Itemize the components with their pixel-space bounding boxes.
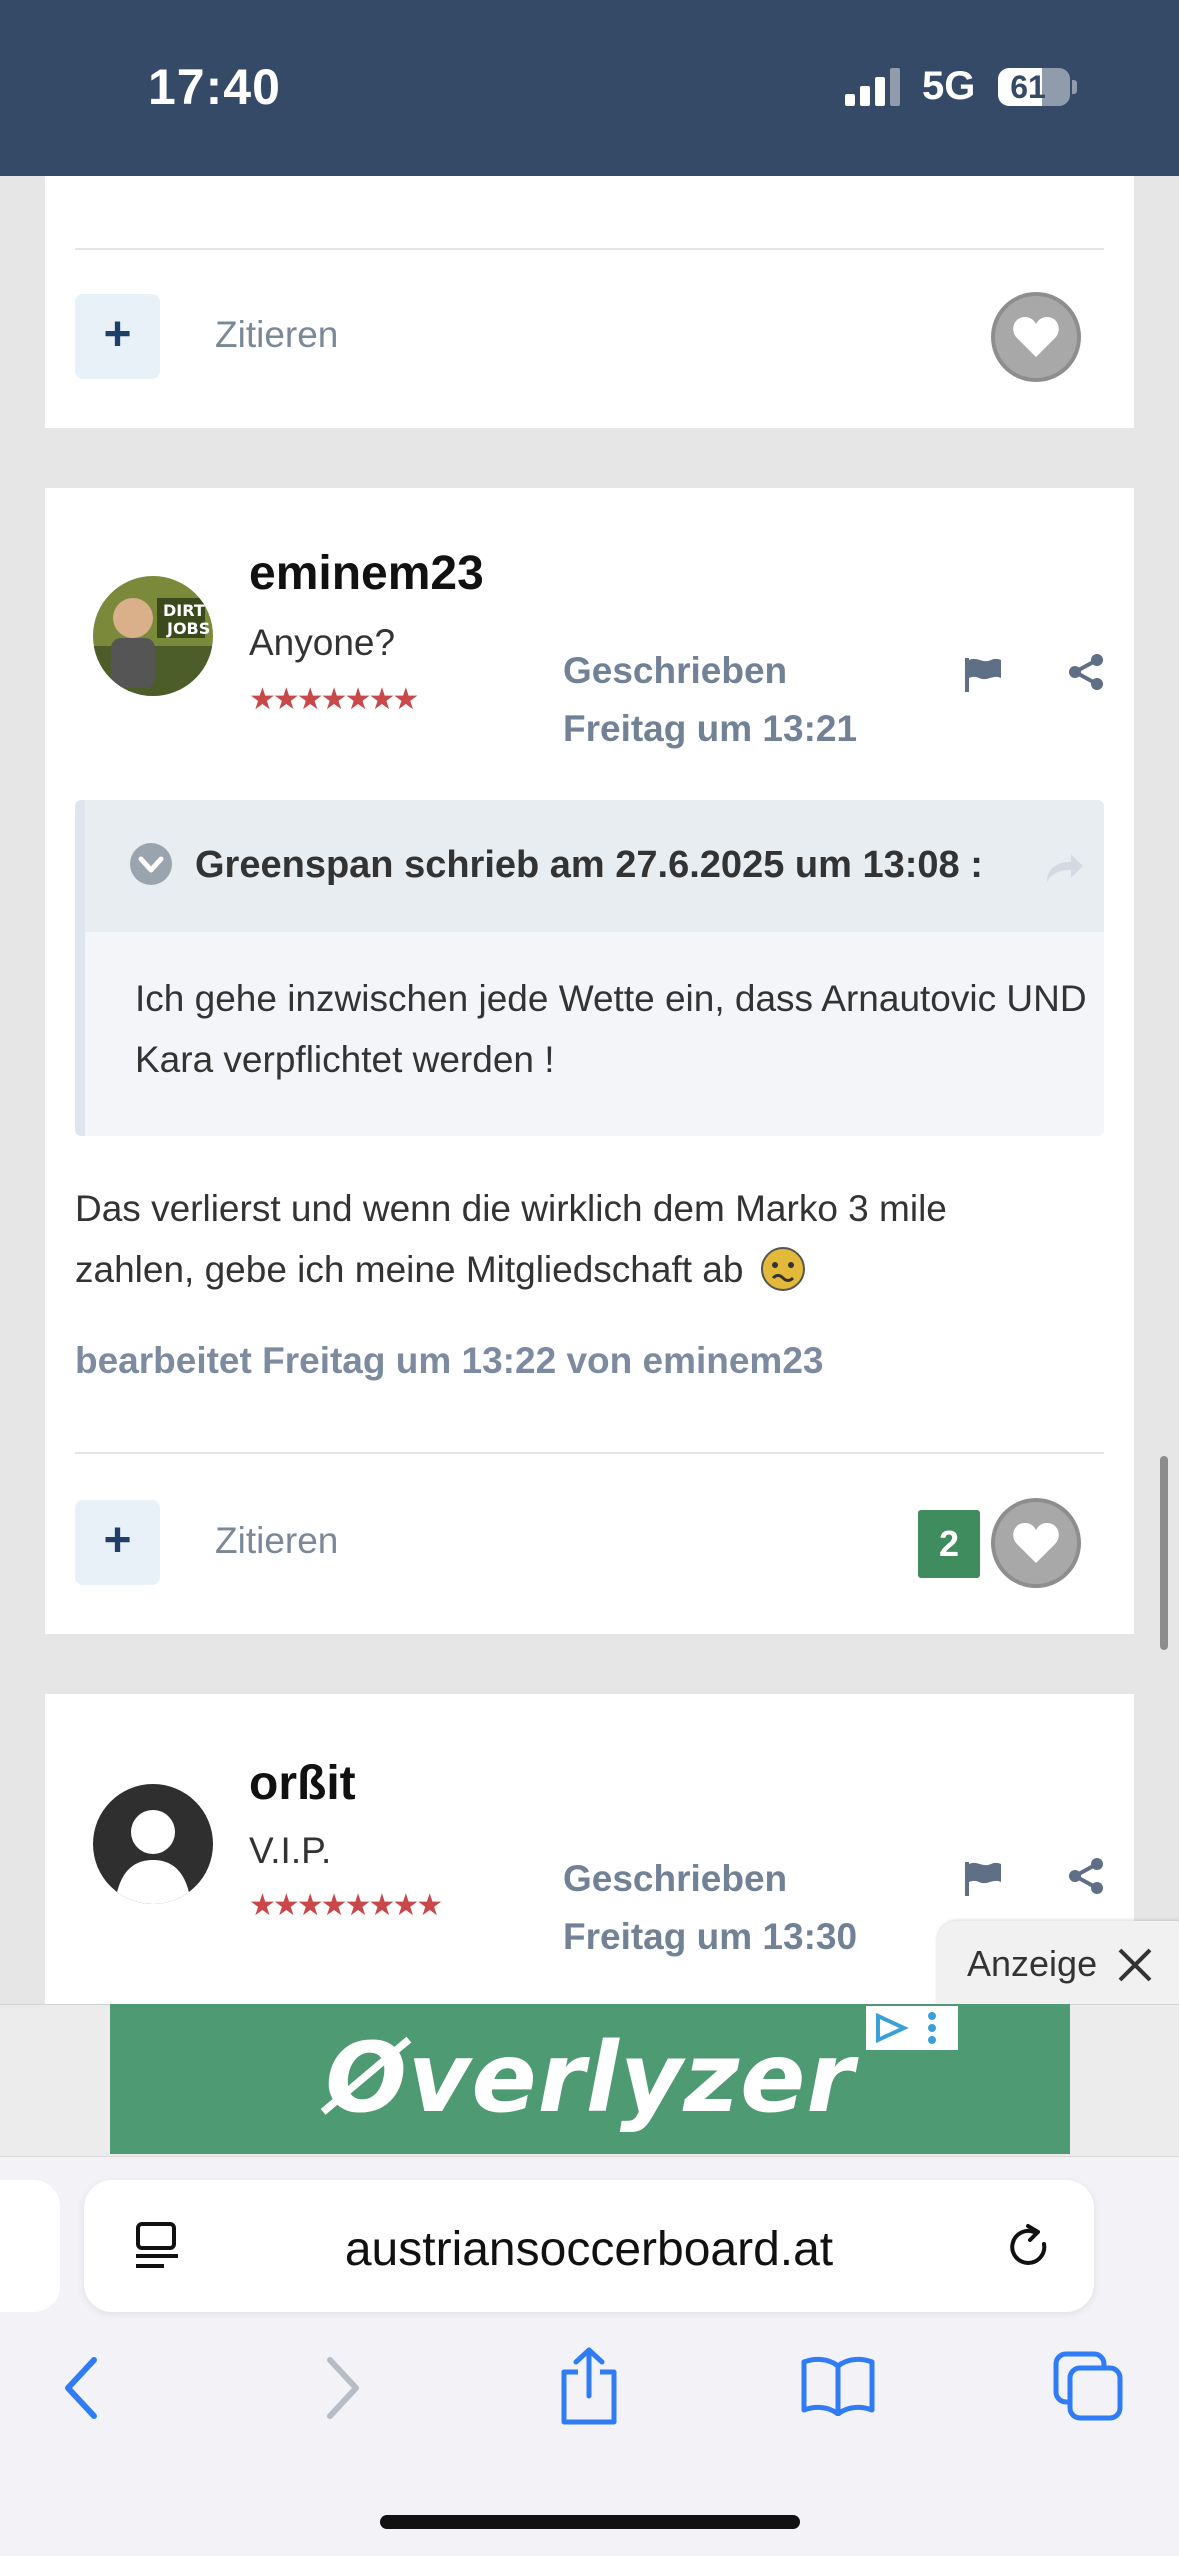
url-text[interactable]: austriansoccerboard.at bbox=[84, 2222, 1094, 2277]
post-card: DIRTY JOBS eminem23 Anyone? ★★★★★★★ Gesc… bbox=[45, 488, 1134, 1634]
svg-text:DIRTY: DIRTY bbox=[163, 601, 213, 620]
post-text-line1: Das verlierst und wenn die wirklich dem … bbox=[75, 1188, 947, 1229]
divider bbox=[75, 1452, 1104, 1454]
multiquote-plus-button[interactable]: + bbox=[75, 294, 160, 379]
posted-label: Geschrieben bbox=[563, 1858, 788, 1899]
go-to-quote-arrow-icon[interactable] bbox=[1045, 852, 1085, 884]
reload-icon[interactable] bbox=[1004, 2222, 1054, 2272]
ad-label-tab: Anzeige bbox=[937, 1921, 1179, 2007]
reaction-count-badge[interactable]: 2 bbox=[918, 1510, 980, 1578]
username[interactable]: orßit bbox=[249, 1756, 356, 1811]
cellular-signal-icon bbox=[845, 68, 900, 106]
quote-link[interactable]: Zitieren bbox=[215, 314, 338, 356]
share-icon[interactable] bbox=[1067, 1856, 1107, 1896]
battery-icon: 61 bbox=[998, 68, 1077, 106]
posted-time[interactable]: Freitag um 13:21 bbox=[563, 700, 857, 758]
network-type: 5G bbox=[922, 64, 976, 108]
address-bar[interactable]: austriansoccerboard.at bbox=[84, 2180, 1094, 2312]
report-flag-icon[interactable] bbox=[963, 656, 1003, 694]
share-icon[interactable] bbox=[1067, 652, 1107, 692]
more-options-icon bbox=[928, 2012, 936, 2044]
username[interactable]: eminem23 bbox=[249, 546, 484, 601]
avatar[interactable]: DIRTY JOBS bbox=[93, 576, 213, 696]
divider bbox=[75, 248, 1104, 250]
post-card-previous: + Zitieren bbox=[45, 176, 1134, 428]
forward-icon[interactable] bbox=[322, 2356, 362, 2420]
post-text-line2: zahlen, gebe ich meine Mitgliedschaft ab bbox=[75, 1249, 744, 1290]
quote-header: Greenspan schrieb am 27.6.2025 um 13:08 … bbox=[85, 800, 1104, 932]
user-title: V.I.P. bbox=[249, 1830, 332, 1871]
post-body: Das verlierst und wenn die wirklich dem … bbox=[75, 1178, 1105, 1300]
battery-level: 61 bbox=[1010, 69, 1046, 105]
previous-tab-edge[interactable] bbox=[0, 2180, 60, 2312]
share-sheet-icon[interactable] bbox=[558, 2346, 620, 2426]
heart-icon bbox=[1013, 316, 1059, 357]
heart-icon bbox=[1013, 1522, 1059, 1563]
quote-block: Greenspan schrieb am 27.6.2025 um 13:08 … bbox=[75, 800, 1104, 1136]
like-button[interactable] bbox=[991, 1498, 1081, 1588]
status-bar: 17:40 5G 61 bbox=[0, 0, 1179, 176]
quote-text: Ich gehe inzwischen jede Wette ein, dass… bbox=[135, 978, 1087, 1080]
smiley-emoji-icon bbox=[760, 1247, 805, 1291]
multiquote-plus-button[interactable]: + bbox=[75, 1500, 160, 1585]
clock: 17:40 bbox=[148, 59, 281, 115]
close-ad-icon[interactable] bbox=[1117, 1947, 1153, 1983]
scrollbar[interactable] bbox=[1160, 1456, 1168, 1650]
quote-author: Greenspan schrieb am 27.6.2025 um 13:08 … bbox=[195, 844, 983, 886]
adchoices-icon bbox=[876, 2012, 909, 2044]
quote-link[interactable]: Zitieren bbox=[215, 1520, 338, 1562]
posted-time[interactable]: Freitag um 13:30 bbox=[563, 1908, 857, 1966]
back-icon[interactable] bbox=[62, 2356, 102, 2420]
rank-stars: ★★★★★★★★ bbox=[249, 1889, 443, 1922]
posted-label: Geschrieben bbox=[563, 650, 788, 691]
edited-note: bearbeitet Freitag um 13:22 von eminem23 bbox=[75, 1340, 824, 1381]
bookmarks-icon[interactable] bbox=[800, 2354, 876, 2416]
collapse-chevron-icon[interactable] bbox=[129, 842, 173, 886]
default-avatar-icon bbox=[93, 1784, 213, 1904]
rank-stars: ★★★★★★★ bbox=[249, 683, 419, 716]
avatar[interactable] bbox=[93, 1784, 213, 1904]
like-button[interactable] bbox=[991, 292, 1081, 382]
user-title: Anyone? bbox=[249, 622, 396, 663]
ad-label: Anzeige bbox=[967, 1943, 1098, 1984]
tabs-icon[interactable] bbox=[1052, 2350, 1124, 2422]
report-flag-icon[interactable] bbox=[963, 1860, 1003, 1898]
adchoices-badge[interactable] bbox=[866, 2006, 958, 2050]
avatar-image: DIRTY JOBS bbox=[93, 576, 213, 696]
svg-text:JOBS: JOBS bbox=[166, 619, 210, 638]
home-indicator[interactable] bbox=[380, 2515, 800, 2529]
